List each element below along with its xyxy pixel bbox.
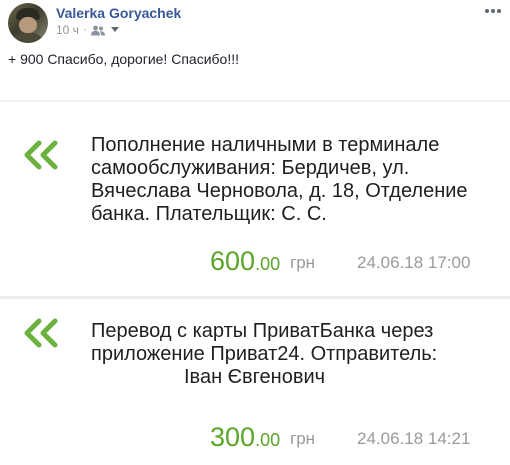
transaction-description: Перевод с карты ПриватБанка через прилож… [91, 320, 501, 389]
amount-decimal: .00 [255, 430, 281, 450]
currency-label: грн [290, 429, 316, 448]
description-line: Іван Євгенович [184, 366, 326, 388]
post-text: + 900 Спасибо, дорогие! Спасибо!!! [8, 51, 239, 67]
description-line: приложение Приват24. Отправитель: [91, 343, 438, 365]
description-line: Вячеслава Черновола, д. 18, Отделение [91, 180, 468, 202]
transaction-datetime: 24.06.18 17:00 [357, 253, 471, 272]
amount-row: 600.00 грн 24.06.18 17:00 [0, 246, 510, 276]
description-line: Пополнение наличными в терминале [91, 134, 440, 156]
post-meta: 10 ч · [56, 23, 119, 37]
description-line: самообслуживания: Бердичев, ул. [91, 157, 410, 179]
amount: 600.00 [210, 246, 280, 277]
transaction-screenshot: Пополнение наличными в терминале самообс… [0, 100, 510, 465]
currency-label: грн [290, 253, 316, 272]
author-name[interactable]: Valerka Goryachek [56, 5, 181, 21]
friends-icon[interactable] [90, 25, 105, 36]
description-line: банка. Плательщик: С. С. [91, 203, 327, 225]
avatar[interactable] [8, 3, 48, 43]
transaction-card: Перевод с карты ПриватБанка через прилож… [0, 298, 510, 465]
transaction-card: Пополнение наличными в терминале самообс… [0, 122, 510, 298]
double-chevron-left-icon [24, 140, 58, 170]
audience-dropdown-icon[interactable] [110, 27, 119, 33]
divider [0, 100, 510, 102]
description-line: Перевод с карты ПриватБанка через [91, 320, 434, 342]
amount-integer: 600 [210, 246, 256, 276]
amount: 300.00 [210, 422, 280, 453]
transaction-datetime: 24.06.18 14:21 [357, 429, 471, 448]
double-chevron-left-icon [24, 318, 58, 348]
post-time[interactable]: 10 ч [56, 23, 79, 37]
separator-dot: · [82, 24, 87, 36]
transaction-description: Пополнение наличными в терминале самообс… [91, 134, 501, 226]
amount-integer: 300 [210, 422, 256, 452]
more-options-button[interactable] [484, 6, 502, 16]
amount-row: 300.00 грн 24.06.18 14:21 [0, 422, 510, 452]
post-header: Valerka Goryachek 10 ч · [0, 0, 510, 44]
amount-decimal: .00 [255, 254, 281, 274]
